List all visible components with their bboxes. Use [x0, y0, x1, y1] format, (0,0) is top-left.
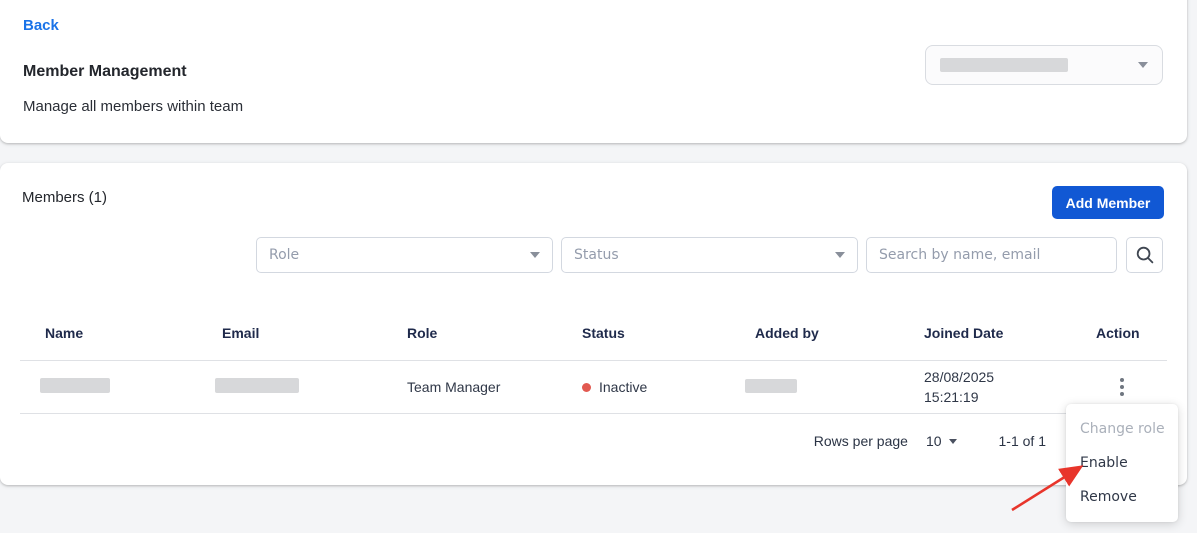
- search-input[interactable]: [866, 237, 1117, 273]
- members-table: Name Email Role Status Added by Joined D…: [20, 305, 1167, 414]
- page-title: Member Management: [23, 63, 187, 81]
- header-card: Back Member Management Manage all member…: [0, 0, 1187, 143]
- member-status-cell: Inactive: [582, 379, 755, 395]
- status-filter-placeholder: Status: [574, 247, 619, 263]
- column-header-name: Name: [45, 325, 222, 341]
- search-button[interactable]: [1126, 237, 1163, 273]
- row-action-menu: Change role Enable Remove: [1066, 404, 1178, 522]
- pagination-bar: Rows per page 10 1-1 of 1: [814, 425, 1046, 457]
- column-header-role: Role: [407, 325, 582, 341]
- column-header-added-by: Added by: [755, 325, 924, 341]
- status-filter-dropdown[interactable]: Status: [561, 237, 858, 273]
- column-header-status: Status: [582, 325, 755, 341]
- member-management-page: { "header": { "back_label": "Back", "tit…: [0, 0, 1197, 533]
- column-header-action: Action: [1096, 325, 1167, 341]
- row-actions-kebab-icon[interactable]: [1116, 374, 1128, 400]
- redacted-member-email: [215, 378, 299, 393]
- column-header-email: Email: [222, 325, 407, 341]
- member-role-cell: Team Manager: [407, 379, 582, 395]
- search-icon: [1135, 245, 1155, 265]
- page-subtitle: Manage all members within team: [23, 98, 243, 115]
- role-filter-dropdown[interactable]: Role: [256, 237, 553, 273]
- column-header-joined-date: Joined Date: [924, 325, 1096, 341]
- role-filter-placeholder: Role: [269, 247, 299, 263]
- back-link[interactable]: Back: [23, 17, 59, 34]
- table-row: Team Manager Inactive 28/08/2025 15:21:1…: [20, 361, 1167, 414]
- filters-row: Role Status: [0, 237, 1187, 273]
- rows-per-page-select[interactable]: 10: [926, 433, 957, 449]
- chevron-down-icon: [1138, 62, 1148, 68]
- chevron-down-icon: [530, 252, 540, 258]
- add-member-button[interactable]: Add Member: [1052, 186, 1164, 219]
- status-inactive-dot-icon: [582, 383, 591, 392]
- rows-per-page-value: 10: [926, 433, 942, 449]
- rows-per-page-label: Rows per page: [814, 433, 908, 449]
- team-selector-dropdown[interactable]: [925, 45, 1163, 85]
- redacted-added-by: [745, 379, 797, 393]
- menu-item-enable[interactable]: Enable: [1066, 446, 1178, 480]
- menu-item-remove[interactable]: Remove: [1066, 480, 1178, 514]
- members-card: Members (1) Add Member Role Status Name …: [0, 163, 1187, 485]
- members-count-title: Members (1): [22, 189, 107, 206]
- member-email-cell: [222, 378, 407, 396]
- joined-date: 28/08/2025: [924, 367, 1096, 387]
- redacted-team-name: [940, 58, 1068, 72]
- chevron-down-icon: [835, 252, 845, 258]
- status-label: Inactive: [599, 379, 647, 395]
- chevron-down-icon: [949, 439, 957, 444]
- member-action-cell: [1096, 374, 1167, 400]
- member-joined-date-cell: 28/08/2025 15:21:19: [924, 367, 1096, 407]
- member-added-by-cell: [755, 379, 924, 396]
- redacted-member-name: [40, 378, 110, 393]
- member-name-cell: [45, 378, 222, 396]
- table-header-row: Name Email Role Status Added by Joined D…: [20, 305, 1167, 361]
- menu-item-change-role: Change role: [1066, 412, 1178, 446]
- pagination-range-label: 1-1 of 1: [999, 433, 1046, 449]
